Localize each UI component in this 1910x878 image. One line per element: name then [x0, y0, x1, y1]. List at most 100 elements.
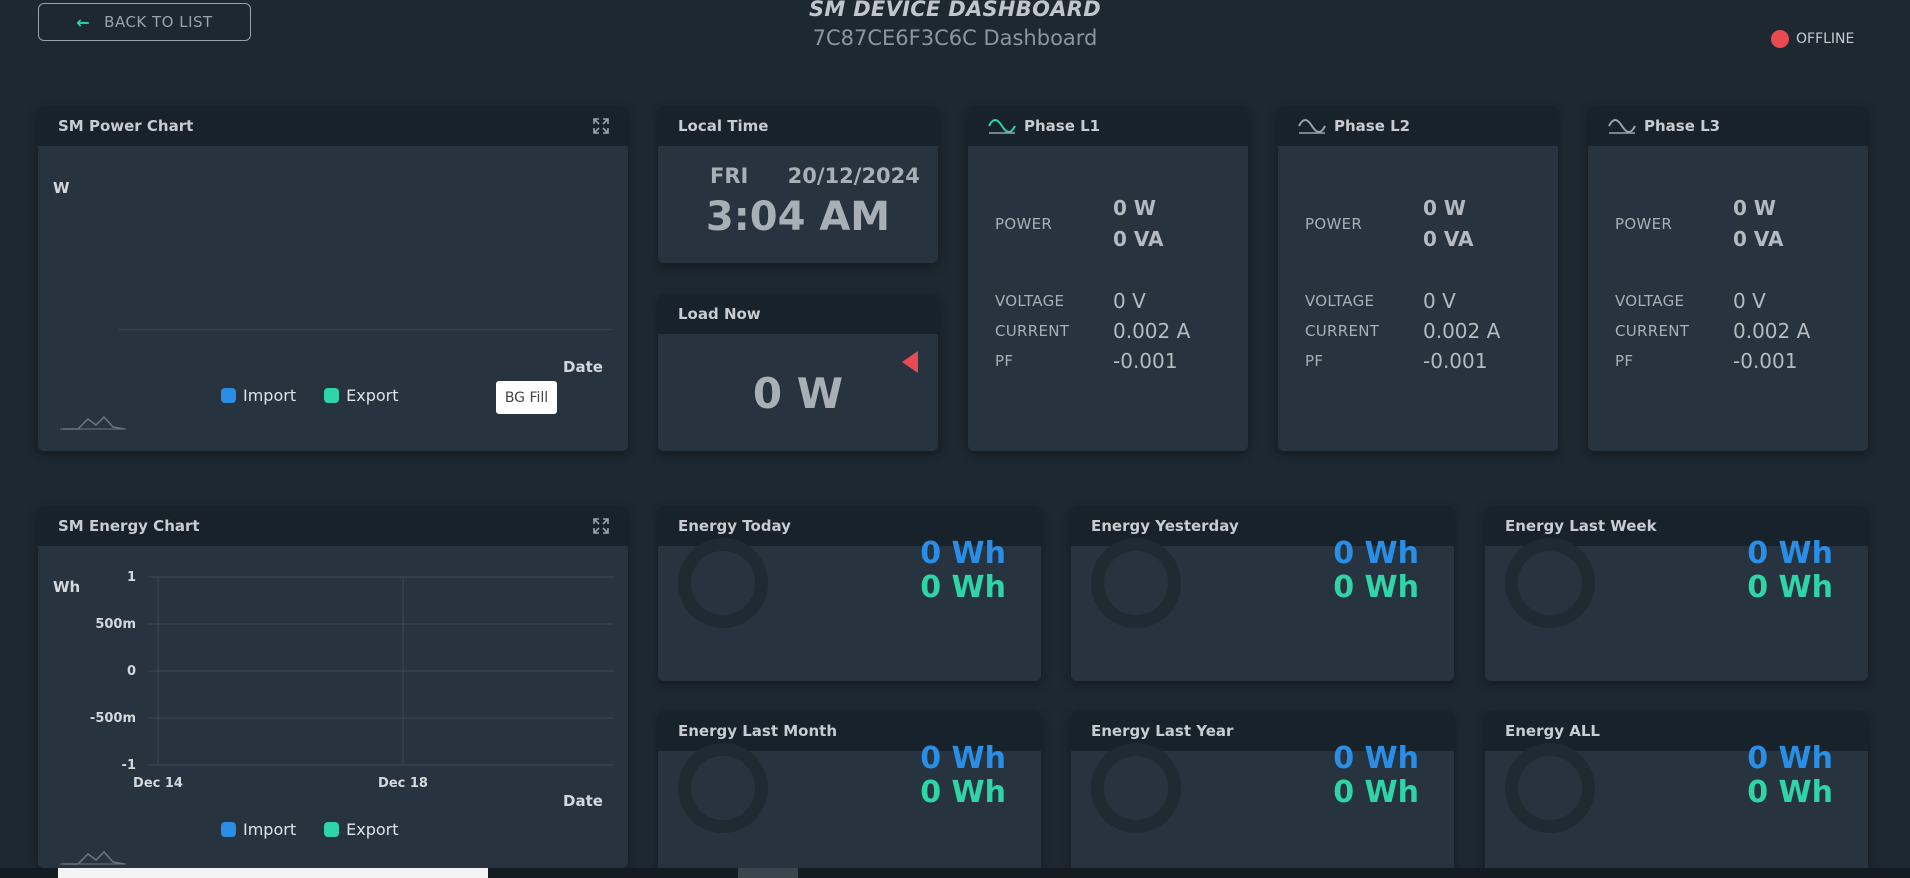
power-chart-card: SM Power Chart W Date Import Export BG F… [38, 106, 628, 451]
phase-l2-title: Phase L2 [1334, 117, 1411, 135]
energy-import-value: 0 Wh [1333, 741, 1419, 776]
legend-import-label: Import [243, 386, 297, 405]
phase-l3-power-va: 0 VA [1733, 227, 1784, 251]
local-time-card: Local Time FRI 20/12/2024 3:04 AM [658, 106, 938, 263]
power-chart-header: SM Power Chart [38, 106, 628, 146]
phase-l1-current-label: CURRENT [995, 322, 1070, 340]
legend-import[interactable]: Import [221, 386, 296, 405]
dashboard-title: SM DEVICE DASHBOARD [808, 0, 1102, 21]
phase-l2-voltage: 0 V [1423, 289, 1456, 313]
legend-export-label: Export [346, 820, 399, 839]
phase-l1-voltage: 0 V [1113, 289, 1146, 313]
y-tick-label: 500m [95, 617, 136, 632]
status-dot-icon [1771, 30, 1789, 48]
energy-card-title: Energy Last Month [678, 722, 837, 740]
phase-l2-pf: -0.001 [1423, 349, 1488, 373]
energy-card-yesterday: Energy Yesterday 0 Wh 0 Wh [1071, 506, 1454, 681]
y-tick-label: -1 [122, 758, 136, 773]
phase-l2-power-label: POWER [1305, 215, 1363, 233]
phase-l1-title: Phase L1 [1024, 117, 1101, 135]
x-tick-label: Dec 18 [378, 776, 428, 791]
phase-l3-header: Phase L3 [1588, 106, 1868, 146]
sine-wave-icon [1298, 119, 1326, 134]
phase-l3-title: Phase L3 [1644, 117, 1721, 135]
phase-l3-current: 0.002 A [1733, 319, 1811, 343]
energy-export-value: 0 Wh [1747, 570, 1833, 605]
phase-l2-card: Phase L2 POWER 0 W 0 VA VOLTAGE 0 V CURR… [1278, 106, 1558, 451]
energy-card-title: Energy Last Week [1505, 517, 1657, 535]
legend-import-swatch [221, 388, 236, 403]
energy-card-last-week: Energy Last Week 0 Wh 0 Wh [1485, 506, 1868, 681]
energy-chart-plot: 1 500m 0 -500m -1 Dec 14 Dec 18 [90, 570, 613, 791]
scrollbar-thumb[interactable] [738, 868, 798, 878]
energy-export-value: 0 Wh [1747, 775, 1833, 810]
phase-l3-pf-label: PF [1615, 352, 1634, 370]
energy-import-value: 0 Wh [1333, 536, 1419, 571]
y-tick-label: -500m [90, 711, 136, 726]
energy-export-value: 0 Wh [1333, 570, 1419, 605]
local-date: 20/12/2024 [787, 164, 920, 188]
energy-import-value: 0 Wh [1747, 741, 1833, 776]
energy-chart-x-label: Date [563, 792, 603, 810]
legend-export-label: Export [346, 386, 399, 405]
energy-card-title: Energy Today [678, 517, 791, 535]
sine-wave-icon [1608, 119, 1636, 134]
phase-l3-power-w: 0 W [1733, 196, 1776, 220]
phase-l1-header: Phase L1 [968, 106, 1248, 146]
phase-l3-card: Phase L3 POWER 0 W 0 VA VOLTAGE 0 V CURR… [1588, 106, 1868, 451]
local-date-row: FRI 20/12/2024 [710, 164, 920, 188]
load-now-card: Load Now 0 W [658, 294, 938, 451]
y-tick-label: 0 [127, 664, 136, 679]
phase-l2-pf-label: PF [1305, 352, 1324, 370]
local-time-header: Local Time [658, 106, 938, 146]
energy-card-title: Energy ALL [1505, 722, 1600, 740]
energy-card-all: Energy ALL 0 Wh 0 Wh [1485, 711, 1868, 878]
legend-export[interactable]: Export [324, 386, 398, 405]
phase-l1-current: 0.002 A [1113, 319, 1191, 343]
power-chart-baseline [118, 329, 613, 330]
chart-navigator-icon [60, 850, 126, 865]
load-now-value: 0 W [752, 369, 844, 418]
bg-fill-button[interactable]: BG Fill [496, 381, 557, 414]
local-day: FRI [710, 164, 749, 188]
energy-card-today: Energy Today 0 Wh 0 Wh [658, 506, 1041, 681]
load-now-header: Load Now [658, 294, 938, 334]
local-time-value: 3:04 AM [705, 194, 891, 240]
energy-import-value: 0 Wh [1747, 536, 1833, 571]
legend-export-swatch [324, 822, 340, 837]
phase-l1-power-w: 0 W [1113, 196, 1156, 220]
energy-donut [1505, 743, 1595, 833]
phase-l2-header: Phase L2 [1278, 106, 1558, 146]
expand-icon[interactable] [592, 117, 610, 135]
energy-import-value: 0 Wh [920, 741, 1006, 776]
phase-l1-voltage-label: VOLTAGE [995, 292, 1065, 310]
energy-card-title: Energy Yesterday [1091, 517, 1239, 535]
phase-l1-card: Phase L1 POWER 0 W 0 VA VOLTAGE 0 V CURR… [968, 106, 1248, 451]
status-label: OFFLINE [1796, 31, 1855, 47]
energy-card-last-month: Energy Last Month 0 Wh 0 Wh [658, 711, 1041, 878]
phase-l3-power-label: POWER [1615, 215, 1673, 233]
power-chart-title: SM Power Chart [58, 117, 194, 135]
phase-l1-power-va: 0 VA [1113, 227, 1164, 251]
legend-export[interactable]: Export [324, 820, 398, 839]
connection-status: OFFLINE [1771, 30, 1854, 48]
energy-chart-legend: Import Export [221, 820, 426, 839]
legend-import[interactable]: Import [221, 820, 296, 839]
phase-l2-voltage-label: VOLTAGE [1305, 292, 1375, 310]
sine-wave-icon [988, 119, 1016, 134]
energy-export-value: 0 Wh [1333, 775, 1419, 810]
energy-donut [1505, 538, 1595, 628]
legend-import-label: Import [243, 820, 297, 839]
phase-l3-voltage-label: VOLTAGE [1615, 292, 1685, 310]
energy-export-value: 0 Wh [920, 570, 1006, 605]
x-tick-label: Dec 14 [133, 776, 183, 791]
legend-import-swatch [221, 822, 236, 837]
power-chart-legend: Import Export [221, 386, 426, 405]
energy-donut [678, 743, 768, 833]
phase-l3-current-label: CURRENT [1615, 322, 1690, 340]
phase-l3-voltage: 0 V [1733, 289, 1766, 313]
phase-l2-current-label: CURRENT [1305, 322, 1380, 340]
energy-donut [1091, 538, 1181, 628]
phase-l2-power-w: 0 W [1423, 196, 1466, 220]
power-chart-unit: W [53, 179, 70, 197]
